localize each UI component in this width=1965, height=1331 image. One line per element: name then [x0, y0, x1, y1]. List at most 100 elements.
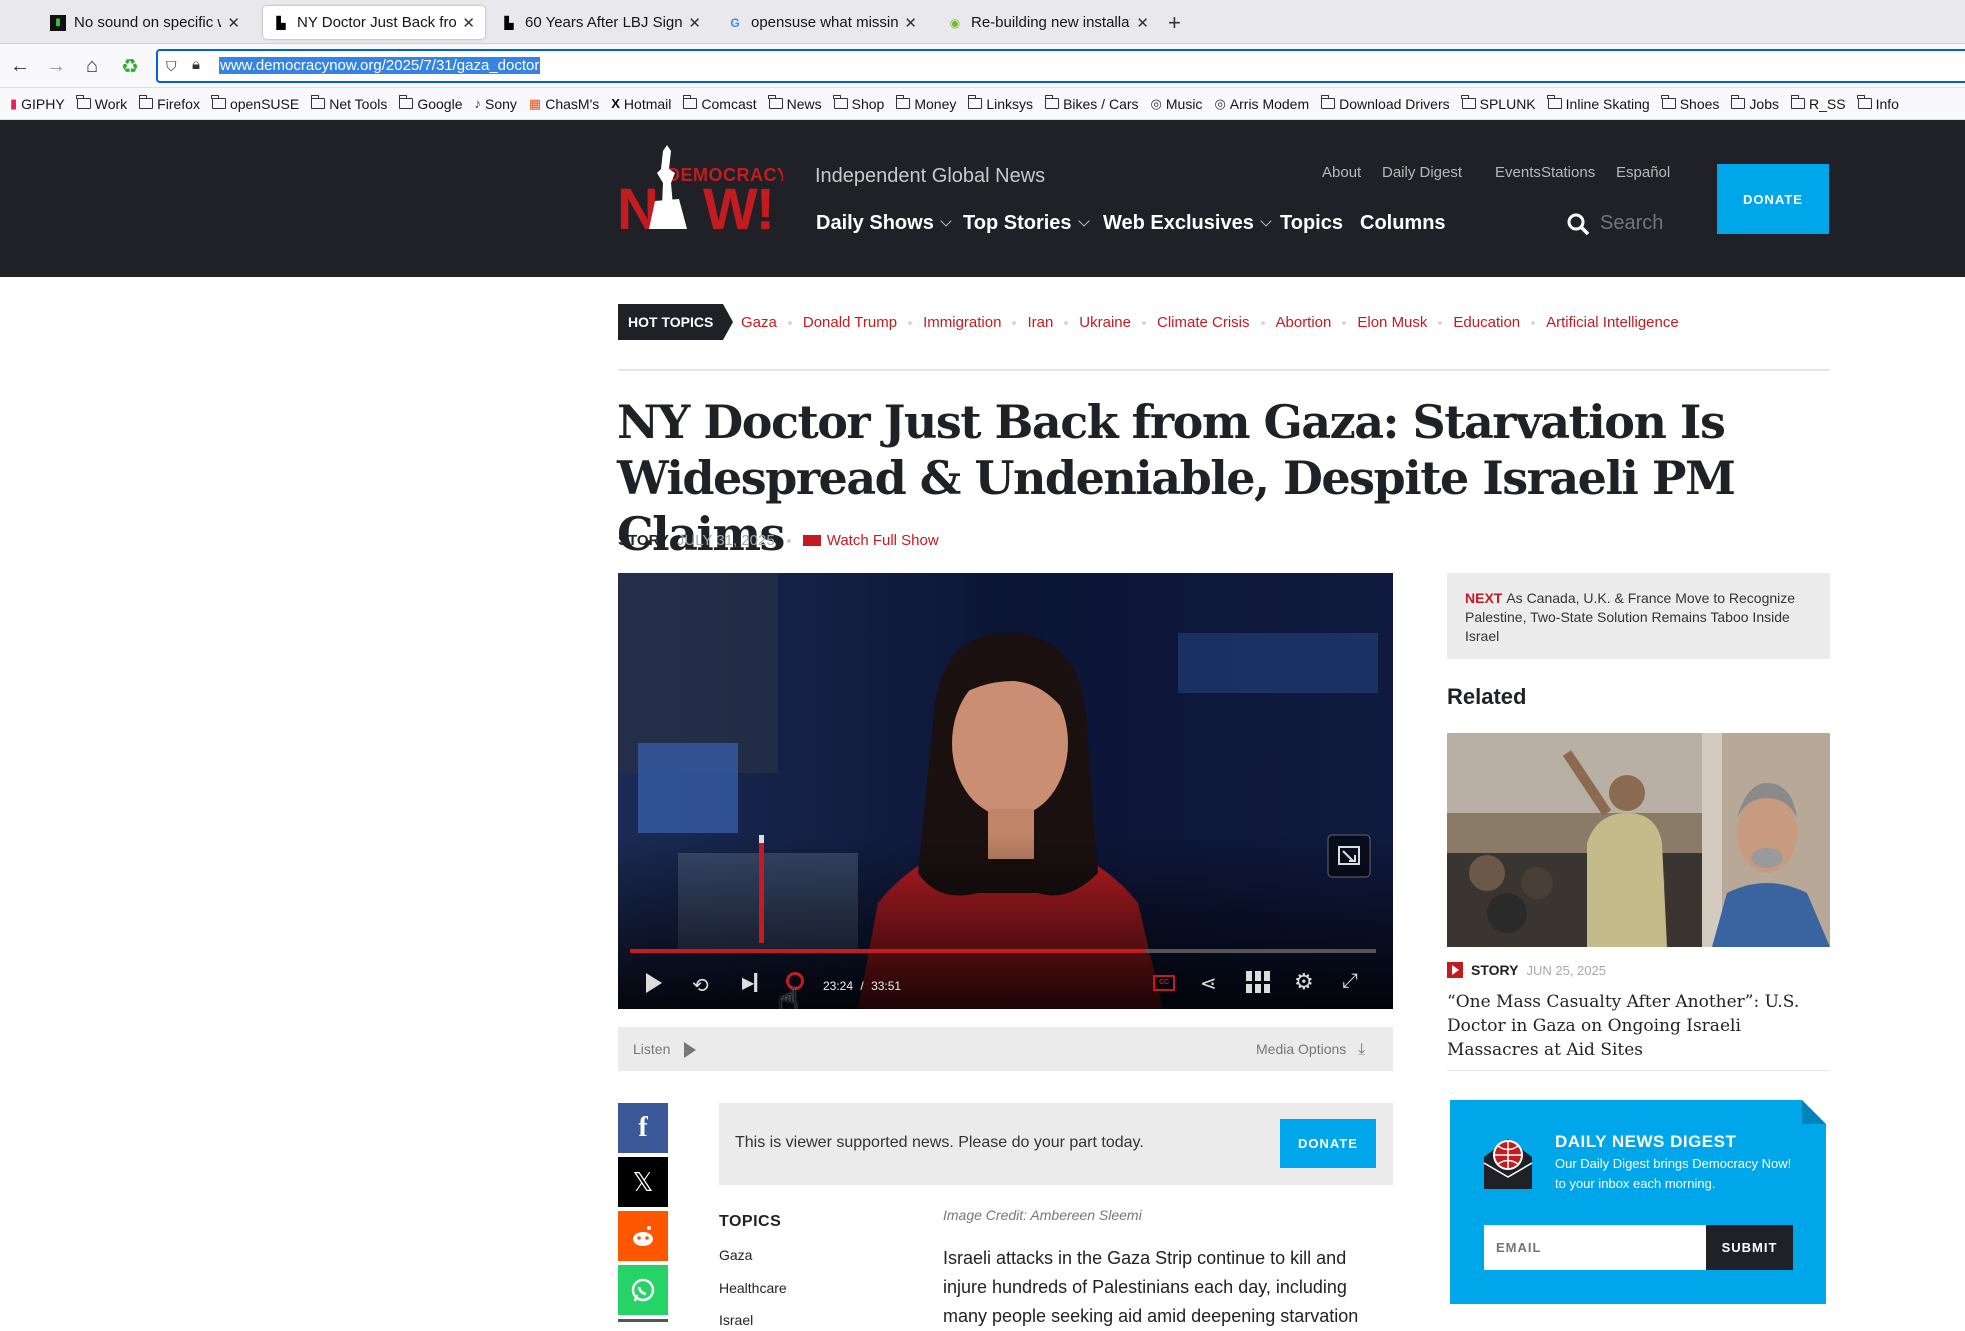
hot-topic-link[interactable]: Abortion [1276, 314, 1332, 331]
close-tab-icon[interactable]: ✕ [462, 14, 475, 32]
topic-link-israel[interactable]: Israel [719, 1312, 753, 1328]
close-tab-icon[interactable]: ✕ [904, 14, 917, 32]
hot-topic-link[interactable]: Gaza [741, 314, 777, 331]
video-player[interactable]: ⟲ ▶▎ 23:24 / 33:51 CC ⋖ ⚙ ⤢ ☝ [618, 573, 1393, 1009]
new-tab-icon[interactable]: + [1168, 10, 1181, 36]
hot-topic-link[interactable]: Artificial Intelligence [1546, 314, 1679, 331]
facebook-share-icon[interactable]: f [618, 1103, 668, 1153]
listen-button[interactable]: Listen [633, 1041, 697, 1059]
bookmark-item[interactable]: Inline Skating [1547, 95, 1650, 112]
bookmark-item[interactable]: Comcast [682, 95, 757, 112]
extension-icon[interactable]: ♻ [116, 52, 144, 80]
video-progress-fill [630, 949, 1145, 953]
email-field[interactable] [1484, 1225, 1706, 1270]
support-donate-button[interactable]: DONATE [1280, 1119, 1376, 1168]
bookmark-item[interactable]: SPLUNK [1461, 95, 1536, 112]
hot-topic-link[interactable]: Climate Crisis [1157, 314, 1250, 331]
nav-columns[interactable]: Columns [1360, 212, 1446, 235]
close-tab-icon[interactable]: ✕ [227, 14, 240, 32]
bookmark-item[interactable]: Linksys [967, 95, 1033, 112]
watch-full-show-link[interactable]: Watch Full Show [827, 532, 939, 549]
whatsapp-share-icon[interactable] [618, 1265, 668, 1315]
url-text[interactable]: www.democracynow.org/2025/7/31/gaza_doct… [219, 57, 541, 74]
bookmark-item[interactable]: Info [1857, 95, 1899, 112]
top-link-daily-digest[interactable]: Daily Digest [1382, 164, 1462, 181]
next-story-title[interactable]: As Canada, U.K. & France Move to Recogni… [1465, 590, 1795, 644]
hot-topics-label: HOT TOPICS [618, 304, 734, 340]
close-tab-icon[interactable]: ✕ [1136, 14, 1149, 32]
hot-topic-link[interactable]: Iran [1027, 314, 1053, 331]
bookmark-item[interactable]: ▦ ChasM's [529, 96, 599, 112]
submit-button[interactable]: SUBMIT [1706, 1225, 1793, 1270]
bookmark-item[interactable]: Bikes / Cars [1044, 95, 1139, 112]
topic-link-gaza[interactable]: Gaza [719, 1247, 752, 1263]
nav-daily-shows[interactable]: Daily Shows [816, 212, 952, 235]
back-arrow-icon[interactable]: ← [6, 52, 34, 80]
top-link-events[interactable]: Events [1495, 164, 1541, 181]
bookmark-item[interactable]: Work [76, 95, 127, 112]
forward-arrow-icon[interactable]: → [42, 52, 70, 80]
url-bar[interactable]: ⛉ 🔒︎ www.democracynow.org/2025/7/31/gaza… [156, 49, 1965, 83]
nav-topics[interactable]: Topics [1280, 212, 1343, 235]
bookmark-item[interactable]: Shoes [1661, 95, 1719, 112]
hot-topic-link[interactable]: Ukraine [1079, 314, 1131, 331]
hot-topic-link[interactable]: Elon Musk [1357, 314, 1427, 331]
related-story-title[interactable]: “One Mass Casualty After Another”: U.S. … [1447, 990, 1830, 1062]
bookmark-item[interactable]: Firefox [138, 95, 200, 112]
bookmark-item[interactable]: R_SS [1790, 95, 1846, 112]
x-share-icon[interactable]: 𝕏 [618, 1157, 668, 1207]
democracy-now-logo[interactable]: DEMOCRACY N W! [617, 143, 783, 233]
bookmark-item[interactable]: X Hotmail [611, 96, 671, 112]
nav-top-stories[interactable]: Top Stories [963, 212, 1090, 235]
play-icon[interactable] [646, 973, 662, 993]
nav-web-exclusives[interactable]: Web Exclusives [1103, 212, 1272, 235]
bookmark-item[interactable]: ▮ GIPHY [10, 96, 65, 112]
bookmark-item[interactable]: News [768, 95, 822, 112]
related-heading: Related [1447, 684, 1527, 709]
bookmark-item[interactable]: ◎ Music [1151, 96, 1203, 112]
browser-tab-active[interactable]: ▙ NY Doctor Just Back from G ✕ [263, 6, 485, 39]
bookmark-item[interactable]: Shop [833, 95, 884, 112]
hot-topic-link[interactable]: Education [1453, 314, 1520, 331]
browser-tab[interactable]: ▙ 60 Years After LBJ Signed M ✕ [491, 6, 711, 39]
hot-topic-link[interactable]: Immigration [923, 314, 1001, 331]
media-options-button[interactable]: Media Options ⤓ [1256, 1041, 1365, 1059]
top-link-stations[interactable]: Stations [1541, 164, 1595, 181]
browser-tab[interactable]: G opensuse what missing tha ✕ [717, 6, 927, 39]
shield-icon[interactable]: ⛉ [166, 58, 182, 76]
related-story-image[interactable] [1447, 733, 1830, 947]
top-link-espanol[interactable]: Español [1616, 164, 1670, 181]
settings-gear-icon[interactable]: ⚙ [1294, 969, 1314, 995]
browser-tab[interactable]: ▮ No sound on specific webs ✕ [40, 6, 250, 39]
fullscreen-icon[interactable]: ⤢ [1342, 970, 1358, 993]
skip-next-icon[interactable]: ▶▎ [742, 973, 767, 993]
folder-icon [833, 95, 848, 109]
bookmark-item[interactable]: ♪ Sony [475, 96, 517, 112]
bookmark-label: openSUSE [229, 95, 300, 112]
top-link-about[interactable]: About [1322, 164, 1361, 181]
bookmark-item[interactable]: Net Tools [310, 95, 387, 112]
rewind-10-icon[interactable]: ⟲ [692, 973, 709, 998]
next-story-box[interactable]: NEXT As Canada, U.K. & France Move to Rec… [1447, 573, 1830, 659]
bookmark-item[interactable]: openSUSE [211, 95, 300, 112]
bookmark-item[interactable]: ◎ Arris Modem [1214, 96, 1309, 112]
donate-button[interactable]: DONATE [1717, 164, 1829, 234]
home-icon[interactable]: ⌂ [78, 52, 106, 80]
terminal-favicon-icon: ▮ [50, 14, 66, 31]
closed-captions-icon[interactable]: CC [1153, 975, 1175, 991]
bookmark-item[interactable]: Money [895, 95, 956, 112]
topic-link-healthcare[interactable]: Healthcare [719, 1280, 787, 1296]
search-icon[interactable] [1566, 212, 1590, 236]
browser-tab[interactable]: ◉ Re-building new installatio ✕ [937, 6, 1159, 39]
reddit-share-icon[interactable] [618, 1211, 668, 1261]
grid-icon[interactable] [1246, 971, 1270, 993]
bookmark-item[interactable]: Download Drivers [1320, 95, 1450, 112]
share-icon[interactable]: ⋖ [1200, 971, 1217, 996]
bookmark-item[interactable]: Jobs [1730, 95, 1779, 112]
hot-topic-link[interactable]: Donald Trump [803, 314, 897, 331]
video-progress-bar[interactable] [630, 949, 1376, 953]
lock-icon[interactable]: 🔒︎ [192, 56, 200, 73]
bookmark-item[interactable]: Google [398, 95, 463, 112]
search-input[interactable] [1600, 212, 1670, 235]
close-tab-icon[interactable]: ✕ [688, 14, 701, 32]
